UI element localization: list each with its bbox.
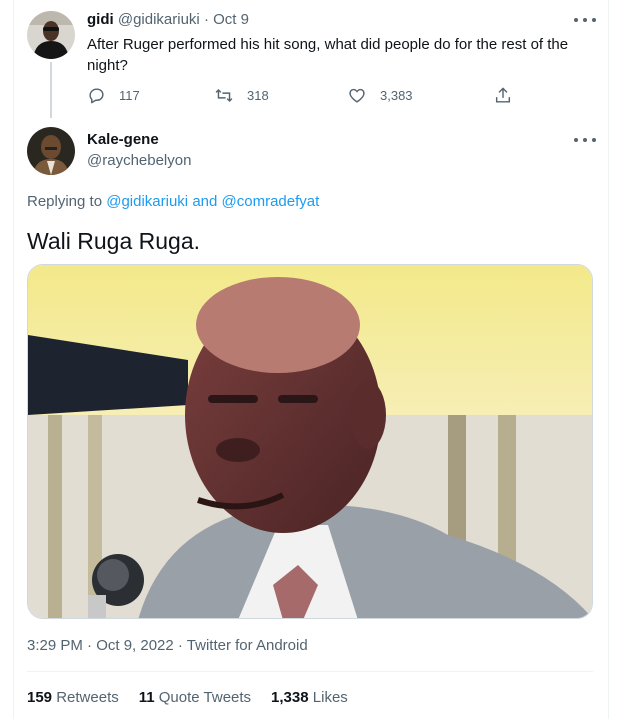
like-count: 3,383 bbox=[380, 88, 413, 103]
tweet1-header: gidi @gidikariuki · Oct 9 bbox=[87, 11, 249, 28]
tweet-photo[interactable] bbox=[27, 264, 593, 619]
tweet1-more-icon[interactable] bbox=[574, 14, 596, 26]
tweet2-author-handle[interactable]: @raychebelyon bbox=[87, 152, 191, 169]
tweet2-author-name[interactable]: Kale-gene bbox=[87, 131, 159, 148]
share-button[interactable] bbox=[493, 86, 513, 105]
timeline-border-left bbox=[13, 0, 14, 719]
likes-count: 1,338 bbox=[271, 689, 309, 706]
divider-top bbox=[27, 671, 593, 672]
tweet1-author-handle[interactable]: @gidikariuki bbox=[118, 11, 200, 28]
retweets-label: Retweets bbox=[56, 689, 119, 706]
engagement-stats: 159 Retweets 11 Quote Tweets 1,338 Likes bbox=[27, 689, 348, 706]
retweets-stat[interactable]: 159 Retweets bbox=[27, 689, 119, 706]
avatar-gidi[interactable] bbox=[27, 11, 75, 59]
replying-user-comradefyat[interactable]: @comradefyat bbox=[222, 193, 320, 210]
reply-count: 117 bbox=[119, 88, 140, 103]
retweets-count: 159 bbox=[27, 689, 53, 706]
likes-label: Likes bbox=[312, 689, 348, 706]
replying-to: Replying to @gidikariuki and @comradefya… bbox=[27, 193, 319, 210]
share-icon bbox=[495, 87, 511, 103]
retweet-button[interactable]: 318 bbox=[214, 86, 269, 105]
tweet1-text: After Ruger performed his hit song, what… bbox=[87, 36, 569, 74]
quote-tweets-stat[interactable]: 11 Quote Tweets bbox=[139, 689, 251, 706]
like-button[interactable]: 3,383 bbox=[347, 86, 413, 105]
replying-prefix: Replying to bbox=[27, 193, 103, 210]
like-icon bbox=[349, 88, 365, 103]
quotes-count: 11 bbox=[138, 689, 155, 706]
quotes-label: Quote Tweets bbox=[158, 689, 252, 706]
timeline-border-right bbox=[608, 0, 609, 719]
reply-button[interactable]: 117 bbox=[87, 86, 140, 105]
likes-stat[interactable]: 1,338 Likes bbox=[271, 689, 348, 706]
tweet2-more-icon[interactable] bbox=[574, 134, 596, 146]
retweet-count: 318 bbox=[247, 88, 269, 103]
avatar-kale-gene[interactable] bbox=[27, 127, 75, 175]
tweet1-separator: · bbox=[203, 11, 209, 28]
reply-icon bbox=[89, 88, 104, 104]
replying-and[interactable]: and bbox=[192, 193, 217, 210]
replying-user-gidikariuki[interactable]: @gidikariuki bbox=[106, 193, 188, 210]
tweet2-text: Wali Ruga Ruga. bbox=[27, 228, 201, 254]
tweet1-author-name[interactable]: gidi bbox=[87, 11, 114, 28]
retweet-icon bbox=[215, 88, 233, 103]
thread-connector bbox=[50, 62, 52, 118]
tweet1-date[interactable]: Oct 9 bbox=[213, 11, 249, 28]
tweet-timestamp-source[interactable]: 3:29 PM · Oct 9, 2022 · Twitter for Andr… bbox=[27, 637, 308, 654]
